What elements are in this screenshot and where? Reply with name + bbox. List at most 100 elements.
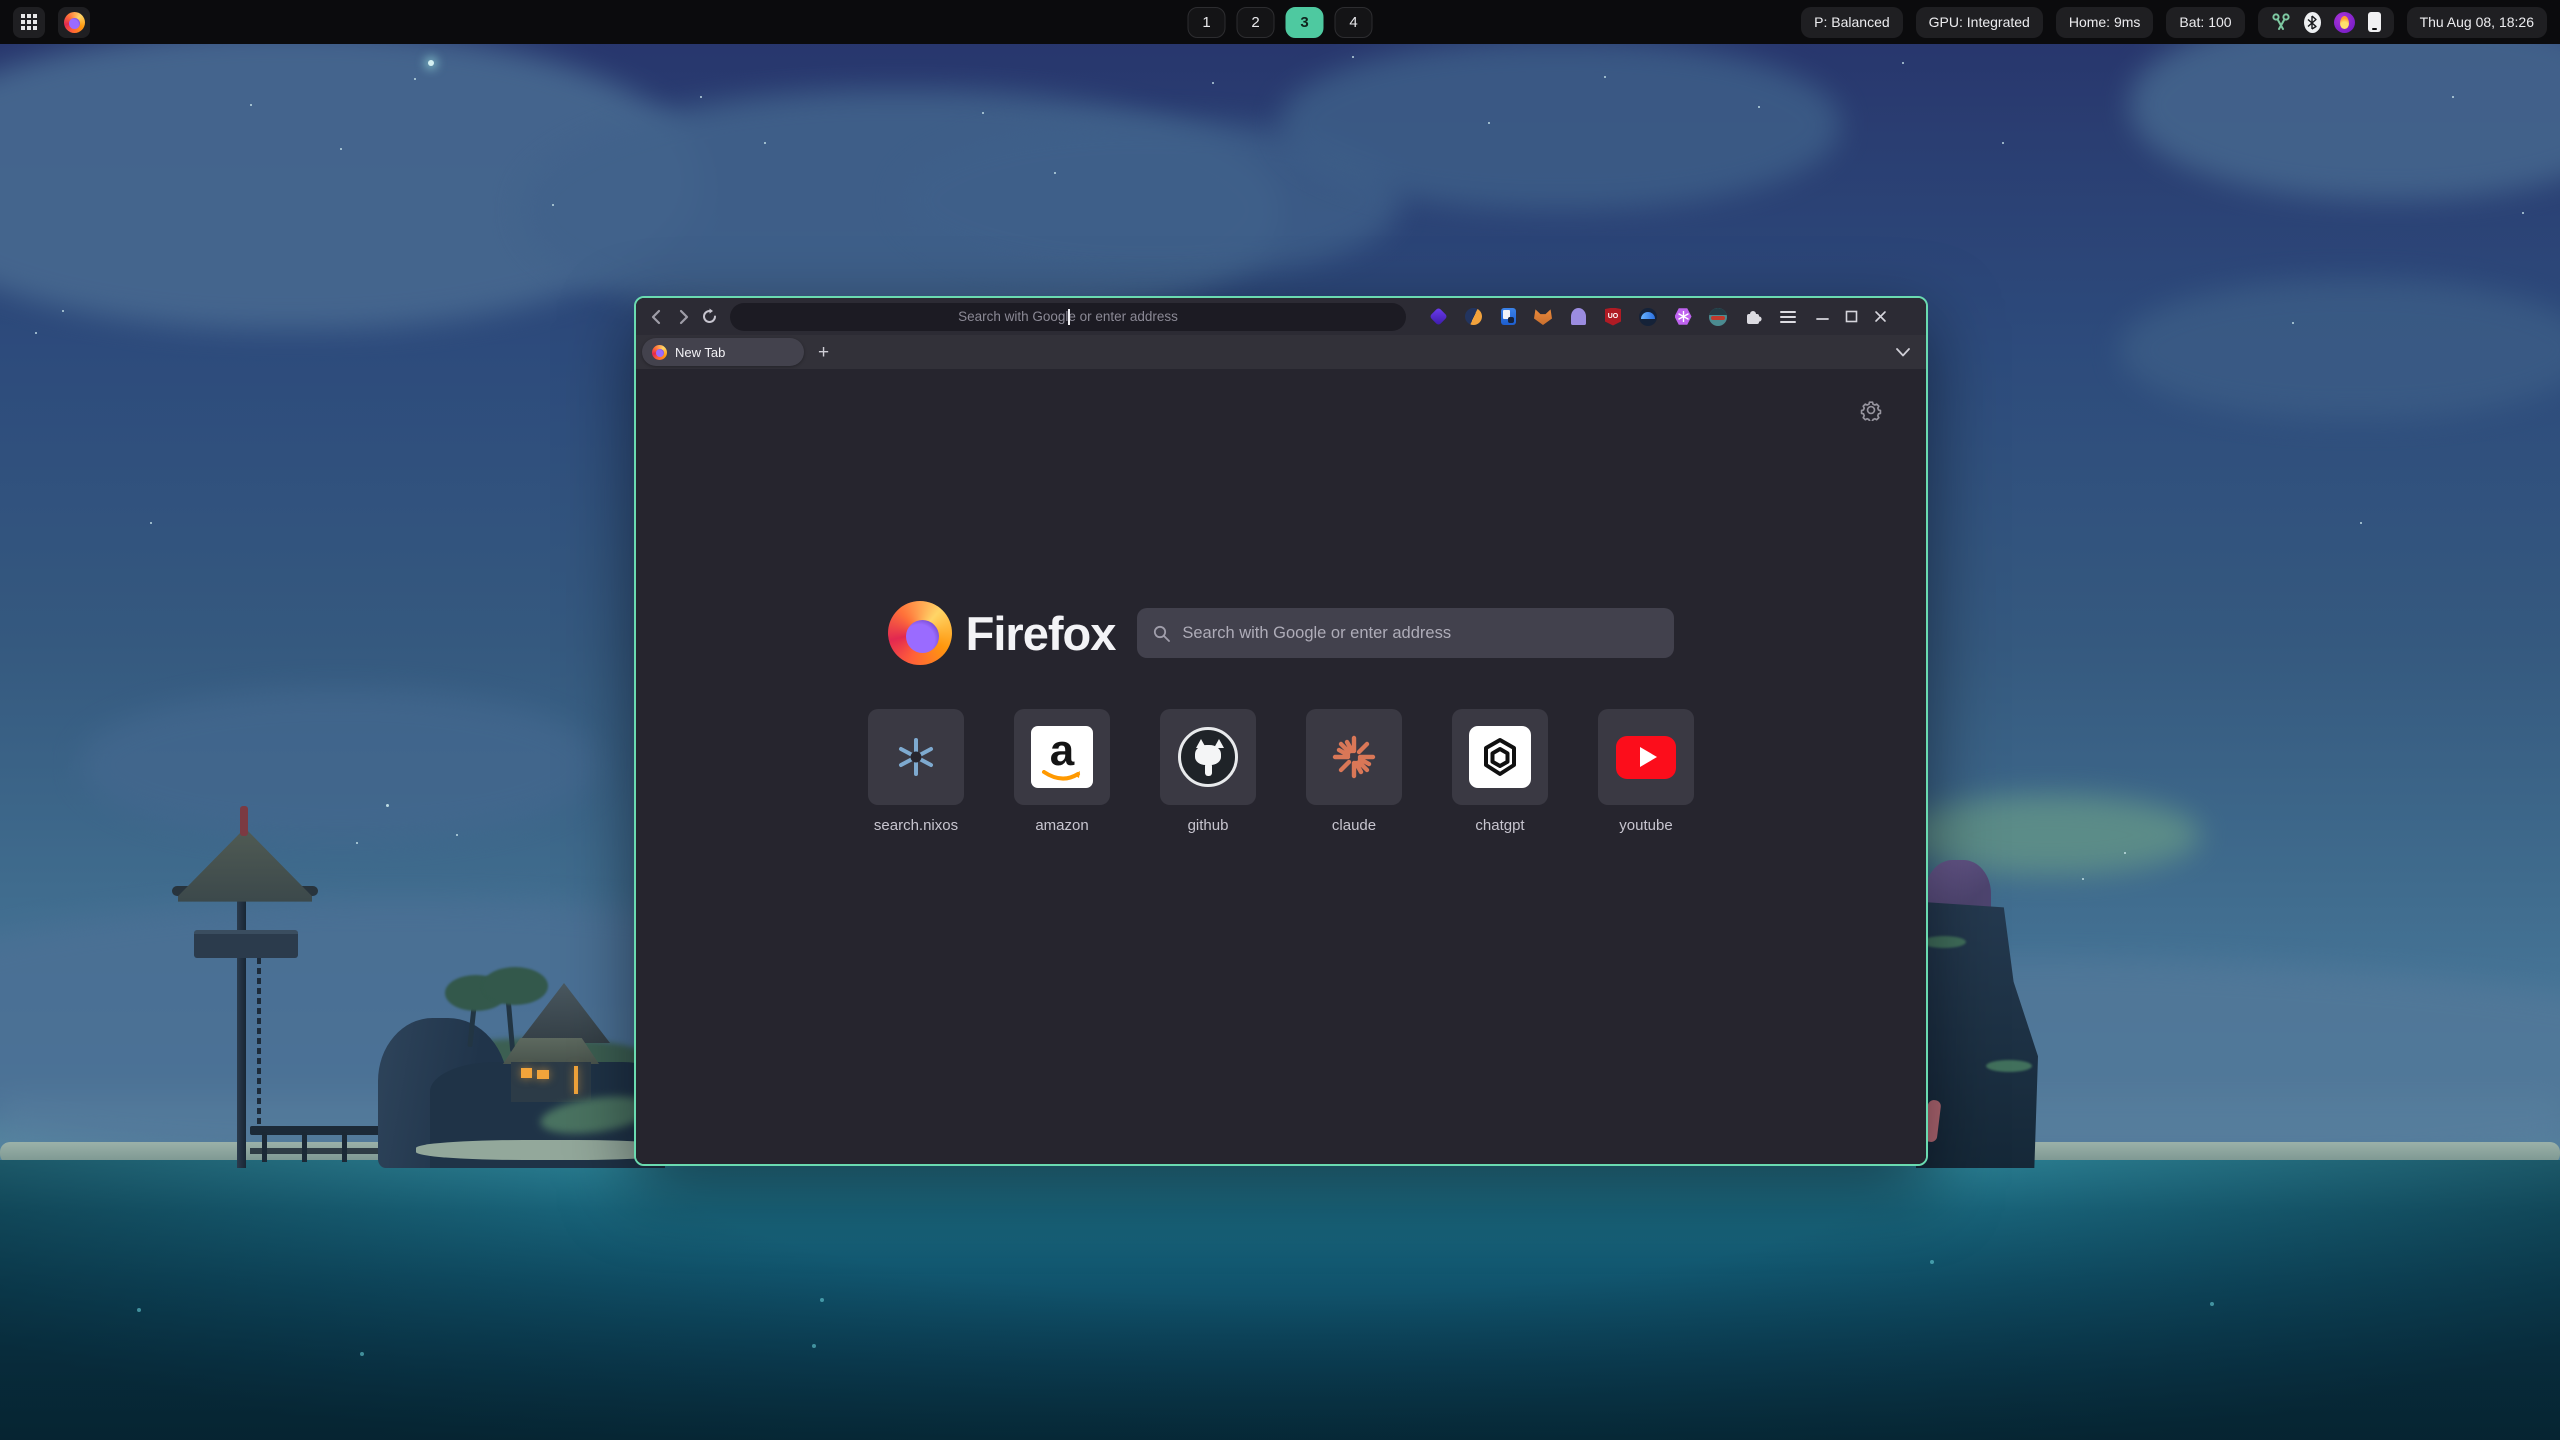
star [1054, 172, 1056, 174]
star [982, 112, 984, 114]
star [456, 834, 458, 836]
bluetooth-icon[interactable] [2304, 12, 2321, 33]
star [1758, 106, 1760, 108]
minimize-icon[interactable] [1816, 310, 1829, 323]
firefox-logo [888, 601, 952, 665]
star [764, 142, 766, 144]
shortcut-youtube[interactable]: youtube [1598, 709, 1694, 834]
firefox-launcher-button[interactable] [58, 7, 90, 38]
tab-new-tab[interactable]: New Tab [642, 338, 804, 366]
star [62, 310, 64, 312]
address-bar[interactable]: Search with Google or enter address [730, 303, 1406, 331]
star [1212, 82, 1214, 84]
star [428, 60, 434, 66]
glow-dot [2210, 1302, 2214, 1306]
gpu-pill[interactable]: GPU: Integrated [1916, 7, 2043, 38]
close-icon[interactable] [1874, 310, 1887, 323]
workspace-2[interactable]: 2 [1237, 7, 1275, 38]
back-arrow-icon [649, 309, 665, 325]
star [2360, 522, 2362, 524]
shortcut-claude[interactable]: claude [1306, 709, 1402, 834]
cloud [80, 690, 600, 840]
reload-icon [701, 308, 718, 325]
openai-knot-icon [1469, 726, 1531, 788]
amazon-a-icon: a [1031, 726, 1093, 788]
forward-button[interactable] [670, 304, 696, 330]
dark-mode-extension-icon[interactable] [1463, 307, 1483, 327]
firefox-favicon [652, 345, 667, 360]
back-button[interactable] [644, 304, 670, 330]
star [356, 842, 358, 844]
star [1902, 62, 1904, 64]
star [2124, 852, 2126, 854]
new-tab-button[interactable]: + [818, 343, 829, 362]
star [2292, 322, 2294, 324]
tab-title: New Tab [675, 345, 725, 360]
battery-pill[interactable]: Bat: 100 [2166, 7, 2244, 38]
cloud [1280, 40, 1840, 210]
power-profile-pill[interactable]: P: Balanced [1801, 7, 1903, 38]
phone-icon[interactable] [2368, 12, 2381, 32]
star [2522, 212, 2524, 214]
newtab-search-input[interactable]: Search with Google or enter address [1137, 608, 1674, 658]
ping-pill[interactable]: Home: 9ms [2056, 7, 2154, 38]
cloud [2120, 280, 2560, 420]
text-caret [1068, 309, 1070, 325]
forward-arrow-icon [675, 309, 691, 325]
agent-face-extension-icon[interactable] [1708, 307, 1728, 327]
extensions-puzzle-icon[interactable] [1743, 307, 1763, 327]
clock-pill[interactable]: Thu Aug 08, 18:26 [2407, 7, 2547, 38]
ghost-extension-icon[interactable] [1568, 307, 1588, 327]
snowflake-icon [895, 736, 937, 778]
flame-icon[interactable] [2334, 12, 2355, 33]
star [35, 332, 37, 334]
fox-wallet-extension-icon[interactable] [1533, 307, 1553, 327]
workspace-switcher: 1 2 3 4 [1188, 7, 1373, 38]
chevron-down-icon[interactable] [1896, 348, 1910, 357]
shortcut-search-nixos[interactable]: search.nixos [868, 709, 964, 834]
star [2002, 142, 2004, 144]
window-controls [1816, 310, 1887, 323]
workspace-4[interactable]: 4 [1335, 7, 1373, 38]
purple-hexagon-extension-icon[interactable] [1673, 307, 1693, 327]
shortcut-tiles: search.nixos a amazon [636, 709, 1926, 834]
star [386, 804, 389, 807]
claude-starburst-icon [1329, 732, 1379, 782]
newtab-hero: Firefox Search with Google or enter addr… [636, 583, 1926, 683]
status-area: P: Balanced GPU: Integrated Home: 9ms Ba… [1801, 7, 2560, 38]
star [250, 104, 252, 106]
star [414, 78, 416, 80]
shortcut-chatgpt[interactable]: chatgpt [1452, 709, 1548, 834]
github-octocat-icon [1178, 727, 1238, 787]
workspace-3-active[interactable]: 3 [1286, 7, 1324, 38]
shortcut-amazon[interactable]: a amazon [1014, 709, 1110, 834]
glow-dot [812, 1344, 816, 1348]
workspace-1[interactable]: 1 [1188, 7, 1226, 38]
new-tab-page: Firefox Search with Google or enter addr… [636, 369, 1926, 1164]
star [1488, 122, 1490, 124]
search-icon [1153, 625, 1170, 642]
blue-arc-vpn-extension-icon[interactable] [1638, 307, 1658, 327]
star [1604, 76, 1606, 78]
blue-lock-extension-icon[interactable] [1498, 307, 1518, 327]
firefox-icon [64, 12, 85, 33]
apps-grid-button[interactable] [13, 7, 45, 38]
shortcut-github[interactable]: github [1160, 709, 1256, 834]
red-shield-adblock-extension-icon[interactable]: UO [1603, 307, 1623, 327]
glow-dot [137, 1308, 141, 1312]
purple-diamond-extension-icon[interactable] [1428, 307, 1448, 327]
reload-button[interactable] [696, 304, 722, 330]
glow-dot [360, 1352, 364, 1356]
apps-grid-icon [21, 14, 38, 31]
tab-bar: New Tab + [636, 335, 1926, 369]
launcher-area [0, 7, 90, 38]
youtube-play-icon [1616, 736, 1676, 779]
hamburger-menu-icon[interactable] [1778, 307, 1798, 327]
star [150, 522, 152, 524]
navigation-toolbar: Search with Google or enter address UO [636, 298, 1926, 335]
star [1352, 56, 1354, 58]
gear-icon[interactable] [1860, 399, 1882, 421]
maximize-icon[interactable] [1845, 310, 1858, 323]
scissors-icon[interactable] [2271, 12, 2291, 32]
star [2452, 96, 2454, 98]
